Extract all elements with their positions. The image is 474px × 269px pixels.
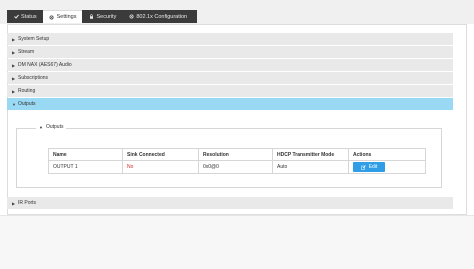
outputs-table: Name Sink Connected Resolution HDCP Tran… xyxy=(48,148,426,174)
tab-8021x[interactable]: 802.1x Configuration xyxy=(122,10,193,23)
section-label: IR Ports xyxy=(18,200,37,206)
section-label: Stream xyxy=(18,49,35,55)
gear-icon xyxy=(49,14,55,20)
outputs-legend[interactable]: ▼ Outputs xyxy=(36,124,67,130)
gear-icon xyxy=(128,14,134,20)
column-header-hdcp: HDCP Transmitter Mode xyxy=(272,148,349,161)
column-header-resolution: Resolution xyxy=(198,148,273,161)
section-label: Routing xyxy=(18,88,36,94)
section-dm-nax-audio[interactable]: ▶ DM NAX (AES67) Audio xyxy=(7,59,453,71)
tab-strip: Status Settings Security 802.1x Configur… xyxy=(7,10,198,23)
table-header-row: Name Sink Connected Resolution HDCP Tran… xyxy=(48,148,426,161)
column-header-name: Name xyxy=(48,148,123,161)
cell-name: OUTPUT 1 xyxy=(48,160,123,174)
check-icon xyxy=(13,14,19,20)
page-footer-area xyxy=(0,215,474,269)
section-label: System Setup xyxy=(18,36,50,42)
edit-button[interactable]: Edit xyxy=(353,162,385,172)
caret-down-icon: ▼ xyxy=(39,124,43,130)
section-label: Subscriptions xyxy=(18,75,49,81)
tab-security[interactable]: Security xyxy=(82,10,122,23)
section-ir-ports[interactable]: ▶ IR Ports xyxy=(7,197,453,209)
section-routing[interactable]: ▶ Routing xyxy=(7,85,453,97)
tab-status-label: Status xyxy=(21,13,37,20)
tab-settings[interactable]: Settings xyxy=(42,10,83,23)
lock-icon xyxy=(88,14,94,20)
tab-status[interactable]: Status xyxy=(7,10,43,23)
cell-actions: Edit xyxy=(348,160,426,174)
table-row: OUTPUT 1 No 0x0@0 Auto Edit xyxy=(48,160,426,174)
edit-button-label: Edit xyxy=(368,164,378,170)
column-header-sink: Sink Connected xyxy=(122,148,199,161)
cell-sink-connected: No xyxy=(122,160,199,174)
section-outputs[interactable]: ▼ Outputs xyxy=(7,98,453,110)
edit-icon xyxy=(360,164,366,170)
divider xyxy=(0,215,474,216)
cell-hdcp-mode: Auto xyxy=(272,160,349,174)
section-label: Outputs xyxy=(18,101,36,107)
section-system-setup[interactable]: ▶ System Setup xyxy=(7,33,453,45)
outputs-legend-label: Outputs xyxy=(45,124,64,130)
tab-security-label: Security xyxy=(96,13,117,20)
tab-8021x-label: 802.1x Configuration xyxy=(136,13,188,20)
column-header-actions: Actions xyxy=(348,148,426,161)
cell-resolution: 0x0@0 xyxy=(198,160,273,174)
tab-settings-label: Settings xyxy=(56,14,77,20)
section-subscriptions[interactable]: ▶ Subscriptions xyxy=(7,72,453,84)
section-stream[interactable]: ▶ Stream xyxy=(7,46,453,58)
section-label: DM NAX (AES67) Audio xyxy=(18,62,72,68)
